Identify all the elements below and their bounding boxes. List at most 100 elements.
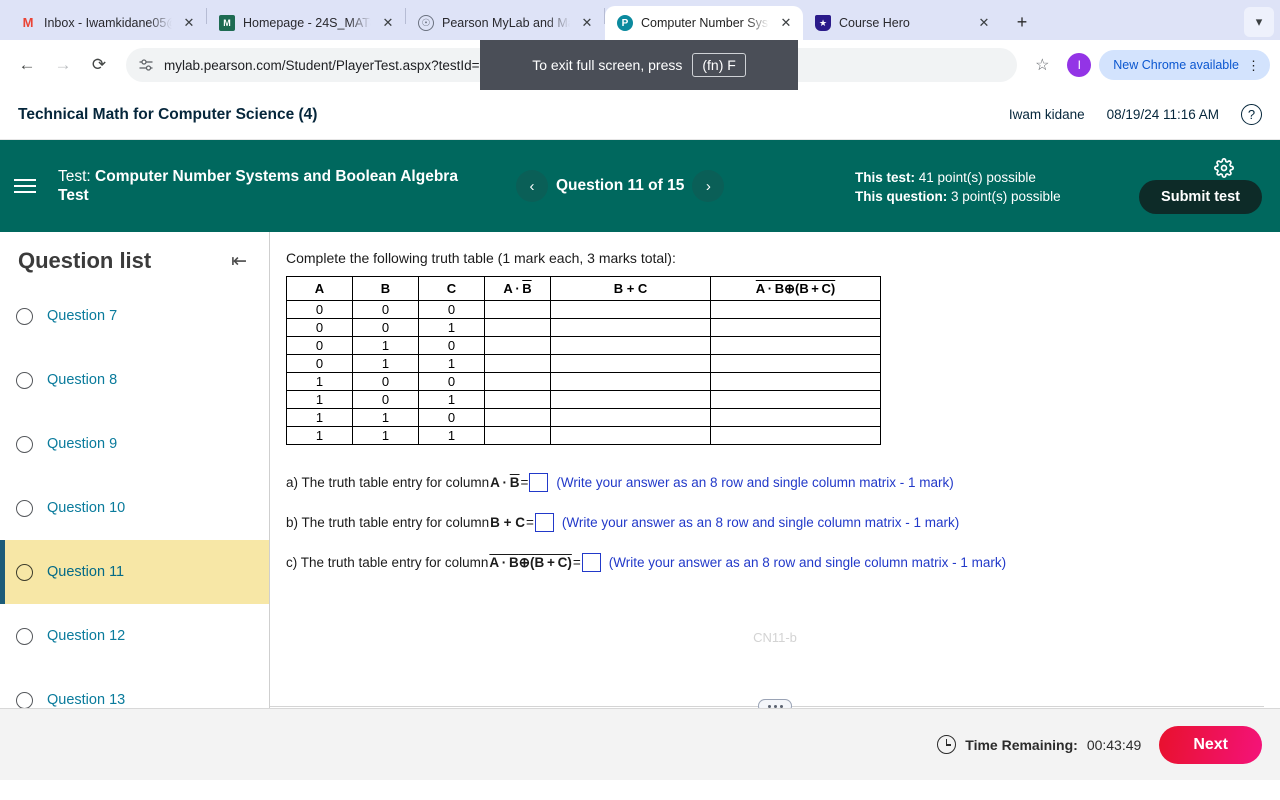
cell-a-not-b[interactable] — [484, 318, 551, 337]
cell-xor[interactable] — [710, 408, 881, 427]
cell-a: 1 — [286, 408, 353, 427]
answer-c-input[interactable] — [581, 553, 601, 572]
answer-section: a) The truth table entry for column A · … — [270, 445, 1280, 572]
this-question-label: This question: — [855, 189, 948, 204]
question-status-radio[interactable] — [16, 307, 33, 325]
close-tab-icon[interactable]: ✕ — [379, 14, 397, 32]
browser-tab-homepage[interactable]: M Homepage - 24S_MAT8001 ✕ — [207, 6, 405, 40]
answer-a-equals: = — [520, 475, 529, 490]
browser-tab-pearson-mylab[interactable]: ☉ Pearson MyLab and Masteri ✕ — [406, 6, 604, 40]
sidebar-item-label: Question 7 — [47, 308, 118, 324]
forward-icon[interactable]: → — [46, 48, 80, 82]
answer-c-equals: = — [572, 555, 581, 570]
cell-a-not-b[interactable] — [484, 408, 551, 427]
browser-tab-gmail[interactable]: M Inbox - Iwamkidane05@gma ✕ — [8, 6, 206, 40]
truth-table-header-xor-expression: A · B⊕(B + C) — [710, 276, 881, 301]
browser-tab-computer-number-systems[interactable]: P Computer Number Systems ✕ — [605, 6, 803, 40]
pearson-icon: P — [617, 15, 633, 31]
sidebar-item-question-13[interactable]: Question 13 — [0, 668, 269, 708]
site-settings-icon[interactable] — [138, 57, 154, 73]
previous-question-button[interactable]: ‹ — [516, 170, 548, 202]
time-remaining-label: Time Remaining: — [965, 736, 1078, 753]
reload-icon[interactable]: ⟳ — [82, 48, 116, 82]
question-status-radio[interactable] — [16, 627, 33, 645]
truth-table-header-row: A B C A · B B + C A · B⊕(B + C) — [286, 276, 881, 301]
new-tab-button[interactable]: + — [1007, 7, 1037, 37]
question-status-radio[interactable] — [16, 499, 33, 517]
cell-c: 0 — [418, 372, 485, 391]
question-status-radio[interactable] — [16, 563, 33, 581]
sidebar-item-question-8[interactable]: Question 8 — [0, 348, 269, 412]
cell-xor[interactable] — [710, 336, 881, 355]
bookmark-star-icon[interactable]: ☆ — [1027, 50, 1057, 80]
question-list-sidebar: Question list ⇤ Question 7 Question 8 Qu… — [0, 232, 270, 708]
cell-b-or-c[interactable] — [550, 318, 711, 337]
cell-a-not-b[interactable] — [484, 300, 551, 319]
sidebar-item-question-11[interactable]: Question 11 — [0, 540, 269, 604]
cell-b-or-c[interactable] — [550, 336, 711, 355]
sidebar-item-question-7[interactable]: Question 7 — [0, 284, 269, 348]
answer-b-equals: = — [526, 515, 534, 530]
cell-c: 1 — [418, 426, 485, 445]
cell-a-not-b[interactable] — [484, 372, 551, 391]
chrome-update-button[interactable]: New Chrome available ⋮ — [1099, 50, 1270, 80]
next-button[interactable]: Next — [1159, 725, 1262, 764]
question-counter: Question 11 of 15 — [556, 177, 685, 194]
test-title: Test: Computer Number Systems and Boolea… — [58, 167, 458, 205]
close-tab-icon[interactable]: ✕ — [975, 14, 993, 32]
cell-xor[interactable] — [710, 318, 881, 337]
fullscreen-toast-text: To exit full screen, press — [532, 57, 683, 73]
cell-b-or-c[interactable] — [550, 426, 711, 445]
cell-xor[interactable] — [710, 300, 881, 319]
browser-tab-course-hero[interactable]: ★ Course Hero ✕ — [803, 6, 1001, 40]
collapse-panel-icon[interactable]: ⇤ — [231, 250, 247, 273]
tab-title: Course Hero — [839, 16, 910, 30]
answer-a-input[interactable] — [529, 473, 549, 492]
cell-b-or-c[interactable] — [550, 300, 711, 319]
globe-icon: ☉ — [418, 15, 434, 31]
cell-xor[interactable] — [710, 372, 881, 391]
profile-avatar[interactable]: I — [1067, 53, 1092, 77]
fullscreen-toast-key: (fn) F — [692, 53, 746, 77]
hamburger-icon[interactable] — [14, 179, 44, 193]
sidebar-item-question-10[interactable]: Question 10 — [0, 476, 269, 540]
cell-b-or-c[interactable] — [550, 372, 711, 391]
cell-c: 0 — [418, 336, 485, 355]
truth-table-header-b-or-c: B + C — [550, 276, 711, 301]
cell-b-or-c[interactable] — [550, 354, 711, 373]
panel-resize-handle[interactable] — [758, 699, 792, 708]
time-remaining: Time Remaining: 00:43:49 — [937, 735, 1141, 754]
tab-search-chevron-down-icon[interactable]: ▾ — [1244, 7, 1274, 37]
cell-b-or-c[interactable] — [550, 408, 711, 427]
cell-a: 1 — [286, 390, 353, 409]
question-status-radio[interactable] — [16, 371, 33, 389]
close-tab-icon[interactable]: ✕ — [777, 14, 795, 32]
cell-xor[interactable] — [710, 354, 881, 373]
chrome-update-label: New Chrome available — [1113, 58, 1239, 72]
question-status-radio[interactable] — [16, 691, 33, 708]
answer-b-input[interactable] — [534, 513, 554, 532]
answer-row-a: a) The truth table entry for column A · … — [286, 473, 1280, 492]
question-prompt: Complete the following truth table (1 ma… — [286, 250, 676, 266]
cell-b-or-c[interactable] — [550, 390, 711, 409]
browser-menu-icon[interactable]: ⋮ — [1247, 59, 1260, 72]
submit-test-button[interactable]: Submit test — [1139, 180, 1262, 214]
cell-xor[interactable] — [710, 390, 881, 409]
cell-b: 1 — [352, 426, 419, 445]
close-tab-icon[interactable]: ✕ — [180, 14, 198, 32]
cell-a-not-b[interactable] — [484, 426, 551, 445]
answer-c-hint: (Write your answer as an 8 row and singl… — [608, 555, 1007, 570]
cell-a-not-b[interactable] — [484, 354, 551, 373]
sidebar-item-question-12[interactable]: Question 12 — [0, 604, 269, 668]
next-question-button[interactable]: › — [692, 170, 725, 202]
question-status-radio[interactable] — [16, 435, 33, 453]
cell-xor[interactable] — [710, 426, 881, 445]
back-icon[interactable]: ← — [10, 48, 44, 82]
cell-a: 0 — [286, 318, 353, 337]
help-icon[interactable]: ? — [1241, 104, 1262, 125]
sidebar-item-question-9[interactable]: Question 9 — [0, 412, 269, 476]
cell-a-not-b[interactable] — [484, 390, 551, 409]
table-row: 0 0 1 — [286, 318, 881, 337]
cell-a-not-b[interactable] — [484, 336, 551, 355]
close-tab-icon[interactable]: ✕ — [578, 14, 596, 32]
